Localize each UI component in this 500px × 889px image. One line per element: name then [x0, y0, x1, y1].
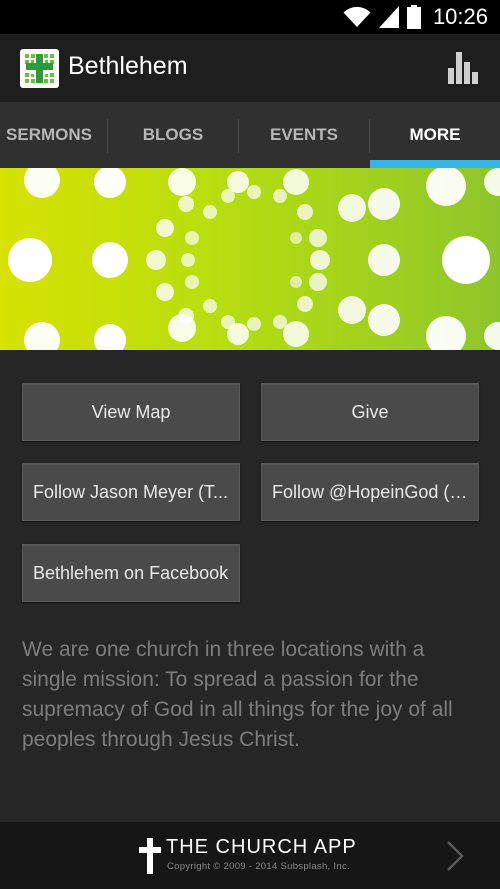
view-map-label: View Map: [91, 401, 171, 422]
footer[interactable]: THE CHURCH APP Copyright © 2009 - 2014 S…: [0, 822, 500, 889]
cross-icon: [139, 838, 161, 874]
active-tab-indicator: [370, 160, 500, 168]
wifi-icon: [343, 6, 371, 27]
bar-chart-icon[interactable]: [448, 52, 478, 84]
view-map-button[interactable]: View Map: [22, 383, 240, 441]
more-content: View Map Give Follow Jason Meyer (T... F…: [0, 350, 500, 822]
follow-hopeingod-button[interactable]: Follow @HopeinGod (T...: [261, 463, 479, 521]
church-cross-logo-icon[interactable]: [20, 49, 59, 88]
follow-hopeingod-label: Follow @HopeinGod (T...: [272, 481, 468, 502]
status-icons: 10:26: [343, 4, 488, 30]
follow-jason-meyer-label: Follow Jason Meyer (T...: [33, 481, 229, 502]
chevron-right-icon[interactable]: [446, 840, 464, 872]
action-bar: Bethlehem: [0, 34, 500, 102]
give-button[interactable]: Give: [261, 383, 479, 441]
tab-blogs[interactable]: BLOGS: [108, 102, 238, 168]
banner-dots-pattern: [8, 168, 500, 350]
status-clock: 10:26: [432, 4, 488, 29]
status-bar: 10:26: [0, 0, 500, 34]
mission-statement: We are one church in three locations wit…: [22, 638, 453, 751]
footer-copyright: Copyright © 2009 - 2014 Subsplash, Inc.: [167, 861, 350, 872]
give-label: Give: [351, 401, 389, 422]
footer-title: THE CHURCH APP: [166, 836, 357, 858]
tab-sermons[interactable]: SERMONS: [0, 102, 108, 168]
signal-icon: [378, 6, 399, 28]
follow-jason-meyer-button[interactable]: Follow Jason Meyer (T...: [22, 463, 240, 521]
banner-image: [0, 168, 500, 350]
tab-more[interactable]: MORE: [370, 102, 500, 168]
battery-icon: [406, 5, 421, 29]
tab-events[interactable]: EVENTS: [239, 102, 369, 168]
tab-bar: SERMONS BLOGS EVENTS MORE: [0, 102, 500, 168]
app-title: Bethlehem: [68, 52, 188, 80]
facebook-button[interactable]: Bethlehem on Facebook: [22, 544, 240, 602]
facebook-label: Bethlehem on Facebook: [33, 562, 229, 583]
